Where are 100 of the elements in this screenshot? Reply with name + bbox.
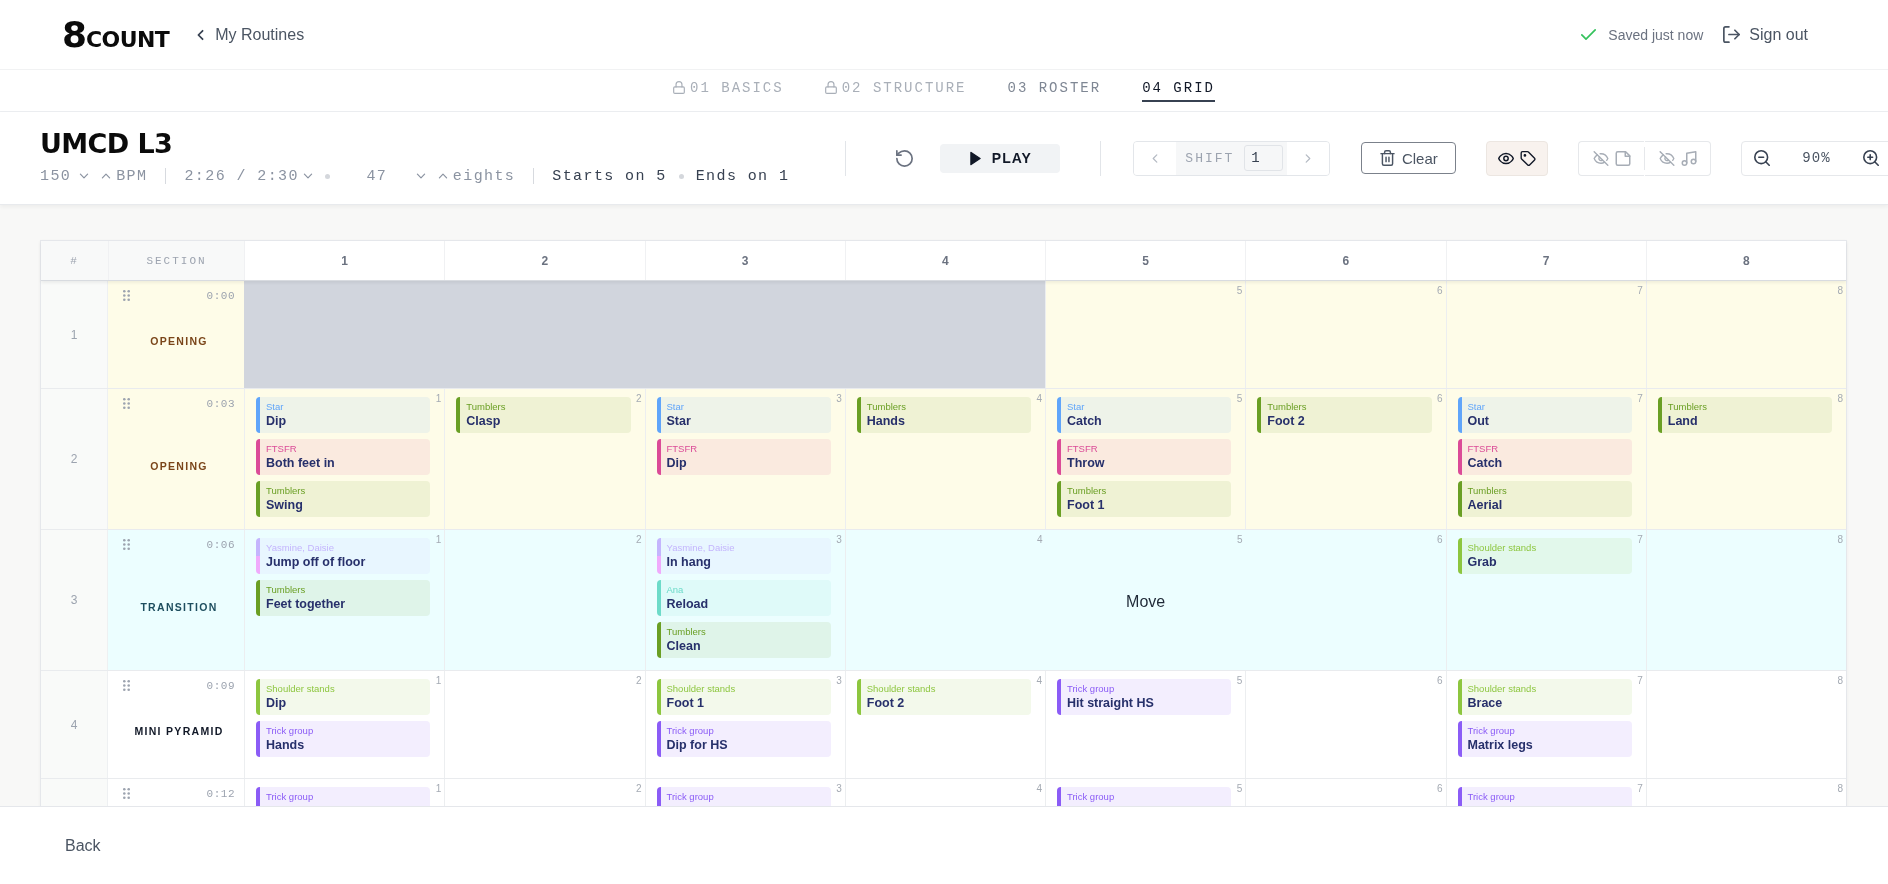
chevron-down-icon[interactable] (79, 173, 90, 179)
chevron-down-icon[interactable] (415, 173, 426, 179)
move-card[interactable]: Star Catch (1057, 397, 1232, 433)
move-card[interactable]: Trick group Hands (256, 721, 431, 757)
chevron-up-icon[interactable] (101, 173, 112, 179)
move-name: Matrix legs (1467, 738, 1533, 753)
move-card[interactable]: Tumblers Swing (256, 481, 431, 517)
column-header: SECTION (108, 241, 244, 280)
chevron-down-icon[interactable] (302, 173, 313, 179)
beat-number: 4 (1035, 675, 1042, 687)
move-card[interactable]: Trick group Dip for HS (656, 721, 831, 757)
section-name: OPENING (150, 335, 208, 347)
move-card[interactable]: Tumblers Feet together (256, 580, 431, 616)
visibility-toggle[interactable] (1645, 140, 1712, 176)
row-number-cell: 3 (41, 530, 108, 670)
section-time: 0:12 (206, 787, 235, 800)
move-name: Catch (1067, 414, 1102, 429)
beat-number: 8 (1836, 534, 1843, 546)
move-card[interactable]: Shoulder stands Dip (256, 679, 431, 715)
group-label: Trick group (1467, 725, 1516, 736)
beat-number: 6 (1436, 534, 1444, 546)
move-name: Brace (1467, 696, 1504, 711)
move-card[interactable]: FTSFR Throw (1057, 439, 1232, 475)
beat-number: 1 (434, 783, 442, 795)
beat-number: 8 (1836, 783, 1843, 795)
drag-handle-icon[interactable] (123, 539, 130, 550)
move-card[interactable]: Star Out (1457, 397, 1632, 433)
move-card[interactable]: Tumblers Aerial (1457, 481, 1632, 517)
sign-out-button[interactable]: Sign out (1723, 25, 1808, 44)
chevron-up-icon[interactable] (437, 173, 448, 179)
move-card[interactable]: Tumblers Foot 1 (1057, 481, 1232, 517)
beat-number: 7 (1636, 534, 1643, 546)
drag-handle-icon[interactable] (123, 398, 130, 409)
visibility-toggle[interactable] (1486, 140, 1549, 176)
beat-number: 6 (1435, 783, 1443, 795)
move-card[interactable]: Star Star (656, 397, 831, 433)
move-name: Foot 1 (1067, 498, 1106, 513)
move-card[interactable]: Tumblers Foot 2 (1257, 397, 1432, 433)
move-name: In hang (666, 555, 712, 570)
group-label: Shoulder stands (666, 683, 736, 694)
move-card[interactable]: Trick group (256, 787, 431, 806)
beat-number: 5 (1235, 285, 1243, 297)
section-name: TRANSITION (140, 600, 218, 613)
shift-field[interactable]: 1 (1244, 145, 1284, 171)
eye-off-icon (1592, 150, 1609, 166)
move-card[interactable]: Tumblers Hands (856, 397, 1031, 433)
move-card[interactable]: Shoulder stands Foot 2 (856, 679, 1031, 715)
move-card[interactable]: Shoulder stands Grab (1457, 538, 1632, 574)
step-tab[interactable]: 03 ROSTER (1007, 79, 1102, 102)
group-label: Trick group (266, 725, 314, 736)
beat-number: 7 (1636, 285, 1643, 297)
column-header: 6 (1245, 241, 1446, 280)
chevron-right-icon (1305, 152, 1312, 164)
move-card[interactable]: Shoulder stands Foot 1 (656, 679, 831, 715)
beat-number: 6 (1435, 285, 1443, 297)
move-name: Grab (1467, 555, 1498, 570)
undo-icon[interactable] (896, 149, 914, 167)
move-card[interactable]: Trick group Matrix legs (1457, 721, 1632, 757)
move-name: Hands (266, 738, 306, 753)
move-card[interactable]: Trick group (1057, 787, 1232, 806)
move-card[interactable]: Yasmine, Daisie Jump off of floor (256, 538, 431, 574)
app-logo[interactable]: 8COUNT (62, 16, 170, 53)
beat-number: 6 (1435, 675, 1443, 687)
drag-handle-icon[interactable] (123, 788, 130, 799)
play-button[interactable]: PLAY (940, 143, 1061, 173)
step-tab[interactable]: 04 GRID (1142, 79, 1215, 102)
move-card[interactable]: Ana Reload (656, 580, 831, 616)
move-name: Dip (266, 414, 287, 429)
move-card[interactable]: Trick group (656, 787, 831, 806)
section-time: 0:00 (206, 289, 235, 302)
group-label: Trick group (1067, 791, 1115, 802)
zoom-out-icon[interactable] (1754, 150, 1771, 166)
move-card[interactable]: Trick group (1457, 787, 1632, 806)
move-card[interactable]: Yasmine, Daisie In hang (656, 538, 831, 574)
move-card[interactable]: Tumblers Clasp (456, 397, 631, 433)
zoom-in-icon[interactable] (1862, 150, 1879, 166)
back-button[interactable]: Back (65, 836, 101, 855)
move-name: Dip (666, 456, 688, 471)
drag-handle-icon[interactable] (123, 680, 130, 691)
beat-number: 7 (1636, 675, 1643, 687)
move-card[interactable]: Star Dip (256, 397, 431, 433)
move-card[interactable]: FTSFR Catch (1457, 439, 1632, 475)
move-card[interactable]: Tumblers Land (1657, 397, 1832, 433)
shift-label: SHIFT (1185, 150, 1235, 166)
move-name: Jump off of floor (266, 555, 366, 570)
column-header: 5 (1045, 241, 1246, 280)
drag-handle-icon[interactable] (123, 290, 130, 301)
move-name: Hit straight HS (1067, 696, 1154, 711)
beat-number: 5 (1235, 393, 1243, 405)
beat-number: 3 (835, 783, 842, 795)
move-name: Reload (666, 597, 709, 612)
visibility-toggle[interactable] (1578, 140, 1645, 176)
move-card[interactable]: Shoulder stands Brace (1457, 679, 1632, 715)
back-link[interactable]: My Routines (197, 25, 305, 44)
move-card[interactable]: FTSFR Dip (656, 439, 831, 475)
clear-button[interactable]: Clear (1361, 142, 1457, 174)
move-card[interactable]: Trick group Hit straight HS (1057, 679, 1232, 715)
group-label: Tumblers (666, 626, 706, 637)
move-card[interactable]: Tumblers Clean (656, 622, 831, 658)
move-card[interactable]: FTSFR Both feet in (256, 439, 431, 475)
